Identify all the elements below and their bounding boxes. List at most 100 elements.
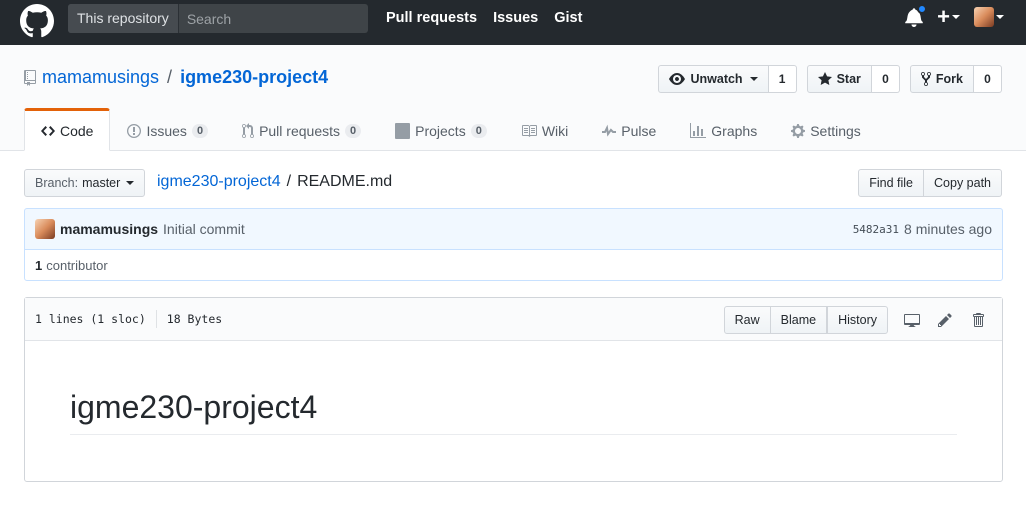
latest-commit: mamamusings Initial commit 5482a31 8 min… [24,208,1003,250]
plus-icon: + [937,4,950,29]
tab-issues[interactable]: Issues 0 [110,108,225,151]
nav-pull-requests[interactable]: Pull requests [386,10,477,26]
commit-time: 8 minutes ago [904,221,992,237]
unwatch-button[interactable]: Unwatch [658,65,769,93]
readme-heading: igme230-project4 [70,389,957,435]
watch-group: Unwatch 1 [658,65,797,93]
repo-header: mamamusings / igme230-project4 Unwatch 1… [0,45,1026,151]
site-header: This repository Pull requests Issues Gis… [0,0,1026,45]
repo-icon [24,69,36,86]
tab-label: Settings [810,122,861,139]
contributors-label: contributor [46,257,108,273]
notifications-bell-icon[interactable] [905,4,928,27]
user-menu[interactable] [974,7,1004,27]
tab-label: Pull requests [259,122,340,139]
header-user-actions: + [905,4,1004,28]
desktop-icon[interactable] [896,307,928,333]
tab-counter: 0 [191,123,209,138]
copy-path-button[interactable]: Copy path [924,169,1002,197]
branch-label: Branch: [35,176,79,190]
avatar [974,7,994,27]
tab-label: Wiki [541,122,569,139]
trash-icon[interactable] [962,307,994,333]
tab-label: Pulse [621,122,657,139]
fork-count[interactable]: 0 [974,65,1002,93]
avatar[interactable] [35,219,55,239]
commit-author-link[interactable]: mamamusings [60,221,158,237]
file-size: 18 Bytes [166,312,223,326]
tab-counter: 0 [345,123,362,138]
pulse-icon [602,124,617,137]
header-nav: Pull requests Issues Gist [386,10,582,26]
tab-label: Graphs [711,122,758,139]
tab-label: Code [60,122,94,139]
star-group: Star 0 [806,65,900,93]
readme-body: igme230-project4 [25,341,1002,435]
search-box: This repository [68,4,368,33]
tab-counter: 0 [470,123,487,138]
fork-label: Fork [935,72,963,86]
create-new-menu[interactable]: + [937,6,960,28]
tab-pulse[interactable]: Pulse [585,108,673,151]
repo-title: mamamusings / igme230-project4 [24,67,328,88]
tab-projects[interactable]: Projects 0 [378,108,504,151]
breadcrumb: igme230-project4 / README.md [157,173,392,191]
file-info: 1 lines (1 sloc) 18 Bytes [35,310,222,328]
breadcrumb-separator: / [286,173,292,190]
repo-owner-link[interactable]: mamamusings [42,67,159,88]
project-icon [395,122,411,139]
raw-button[interactable]: Raw [723,306,771,334]
star-icon [817,72,832,85]
tab-code[interactable]: Code [24,108,111,151]
tab-pull-requests[interactable]: Pull requests 0 [225,108,378,151]
repo-name-link[interactable]: igme230-project4 [180,67,328,88]
fork-button[interactable]: Fork [909,65,974,93]
contributors-bar[interactable]: 1 contributor [24,249,1003,281]
commit-message-link[interactable]: Initial commit [163,221,245,237]
file-header: 1 lines (1 sloc) 18 Bytes Raw Blame Hist… [25,298,1002,341]
branch-value: master [82,176,121,190]
unwatch-label: Unwatch [690,72,743,86]
path-separator: / [167,67,173,87]
code-icon [41,125,55,136]
breadcrumb-file: README.md [297,173,393,190]
breadcrumb-repo-link[interactable]: igme230-project4 [157,173,281,190]
tab-label: Projects [415,122,466,139]
github-logo-icon[interactable] [20,4,54,38]
history-button[interactable]: History [827,306,888,334]
issue-icon [127,123,142,138]
watch-count[interactable]: 1 [768,65,797,93]
commit-meta: 5482a31 8 minutes ago [853,221,992,237]
file-box: 1 lines (1 sloc) 18 Bytes Raw Blame Hist… [24,297,1003,482]
pull-request-icon [242,122,255,138]
file-nav-actions: Find file Copy path [858,169,1002,197]
chevron-down-icon [952,15,960,19]
repo-nav: Code Issues 0 Pull requests 0 Projects 0… [24,108,878,151]
blame-button[interactable]: Blame [770,306,828,334]
star-count[interactable]: 0 [871,65,900,93]
gear-icon [791,123,806,138]
chevron-down-icon [749,77,758,81]
graph-icon [690,122,707,138]
search-scope-label[interactable]: This repository [68,4,179,33]
pencil-icon[interactable] [929,307,961,333]
tab-label: Issues [146,122,187,139]
branch-select-button[interactable]: Branch: master [24,169,146,197]
star-button[interactable]: Star [806,65,872,93]
notification-indicator [917,4,928,14]
file-header-actions: Raw Blame History [723,306,994,334]
nav-gist[interactable]: Gist [554,10,582,26]
repo-actions: Unwatch 1 Star 0 Fork 0 [658,65,1002,93]
tab-settings[interactable]: Settings [774,108,878,151]
search-input[interactable] [178,4,368,33]
tab-graphs[interactable]: Graphs [673,108,774,151]
tab-wiki[interactable]: Wiki [504,108,585,151]
divider [155,310,157,328]
contributors-count: 1 [35,257,43,273]
chevron-down-icon [996,15,1004,19]
commit-sha-link[interactable]: 5482a31 [853,223,899,236]
find-file-button[interactable]: Find file [858,169,925,197]
fork-group: Fork 0 [909,65,1002,93]
book-icon [521,124,537,137]
nav-issues[interactable]: Issues [493,10,538,26]
